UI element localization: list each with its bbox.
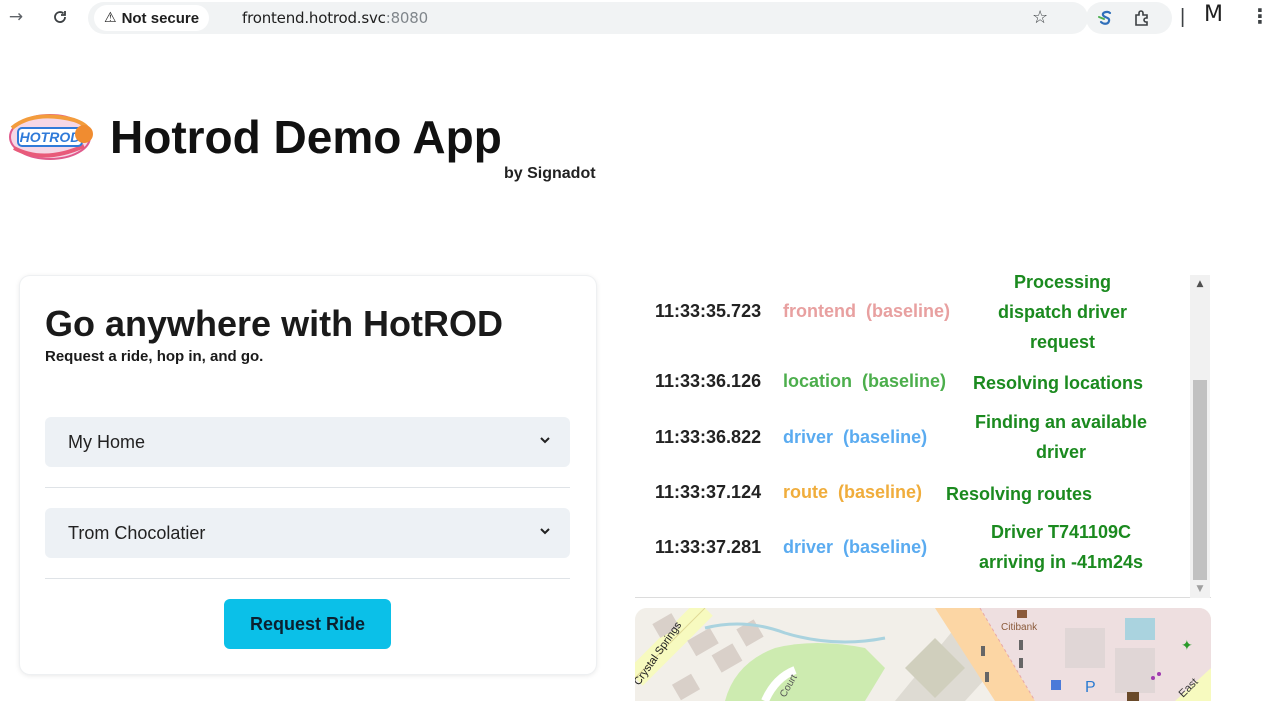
chevron-down-icon [540,437,550,444]
pickup-value: My Home [68,431,146,452]
security-label: Not secure [121,9,200,27]
kebab-menu-icon[interactable]: ⋮ [1250,4,1270,28]
scrollbar-thumb[interactable] [1193,380,1207,580]
log-message: Driver T741109C arriving in -41m24s [978,522,1144,572]
log-scrollbar[interactable]: ▲ ▼ [1190,275,1210,598]
divider [45,578,570,579]
log-service: location (baseline) [783,371,947,391]
log-service: driver (baseline) [783,537,928,557]
toolbar-divider: | [1180,6,1186,28]
scroll-down-arrow-icon[interactable]: ▼ [1190,580,1210,598]
svg-text:HOTROD: HOTROD [20,129,81,145]
card-subtitle: Request a ride, hop in, and go. [45,348,264,365]
log-service: driver (baseline) [783,427,928,447]
profile-avatar[interactable]: M [1204,2,1223,27]
map-label-parking: P [1085,679,1096,696]
dropoff-select[interactable]: Trom Chocolatier [45,508,570,558]
forward-arrow-icon[interactable]: → [4,5,28,29]
extensions-group [1086,2,1172,34]
address-bar[interactable]: ⚠ Not secure frontend.hotrod.svc:8080 ☆ [88,2,1088,34]
divider [45,487,570,488]
svg-text:✦: ✦ [1181,638,1193,654]
log-timestamp: 11:33:36.822 [655,427,762,447]
dropoff-value: Trom Chocolatier [68,522,206,543]
map-label-citibank: Citibank [1001,622,1038,633]
signadot-extension-icon[interactable] [1094,6,1118,30]
browser-toolbar: → ⚠ Not secure frontend.hotrod.svc:8080 … [0,0,1286,36]
hotrod-logo: HOTROD [4,108,98,166]
card-title: Go anywhere with HotROD [45,303,504,344]
log-timestamp: 11:33:36.126 [655,371,762,391]
scroll-up-arrow-icon[interactable]: ▲ [1190,275,1210,293]
log-service: route (baseline) [783,482,923,502]
log-message: Finding an available driver [974,412,1148,462]
log-message: Resolving routes [946,484,1093,504]
security-chip[interactable]: ⚠ Not secure [94,5,210,31]
log-timestamp: 11:33:35.723 [655,301,762,321]
map-view[interactable]: Court Crystal Springs Citibank P East ✦ [635,608,1211,701]
url-text[interactable]: frontend.hotrod.svc:8080 [242,9,428,27]
request-ride-button[interactable]: Request Ride [224,599,391,649]
reload-icon[interactable] [48,5,72,29]
app-byline: by Signadot [504,165,596,182]
log-timestamp: 11:33:37.124 [655,482,762,502]
puzzle-extensions-icon[interactable] [1130,6,1154,30]
log-message: Resolving locations [973,373,1144,393]
bookmark-star-icon[interactable]: ☆ [1032,7,1048,28]
trace-log-panel[interactable]: 11:33:35.723 frontend (baseline) Process… [635,275,1211,598]
warning-triangle-icon: ⚠ [104,10,117,26]
chevron-down-icon [540,528,550,535]
log-message: Processing dispatch driver request [997,275,1128,352]
pickup-select[interactable]: My Home [45,417,570,467]
ride-request-card: Go anywhere with HotROD Request a ride, … [20,276,596,674]
log-timestamp: 11:33:37.281 [655,537,762,557]
log-service: frontend (baseline) [783,301,951,321]
app-title: Hotrod Demo App [110,111,502,163]
